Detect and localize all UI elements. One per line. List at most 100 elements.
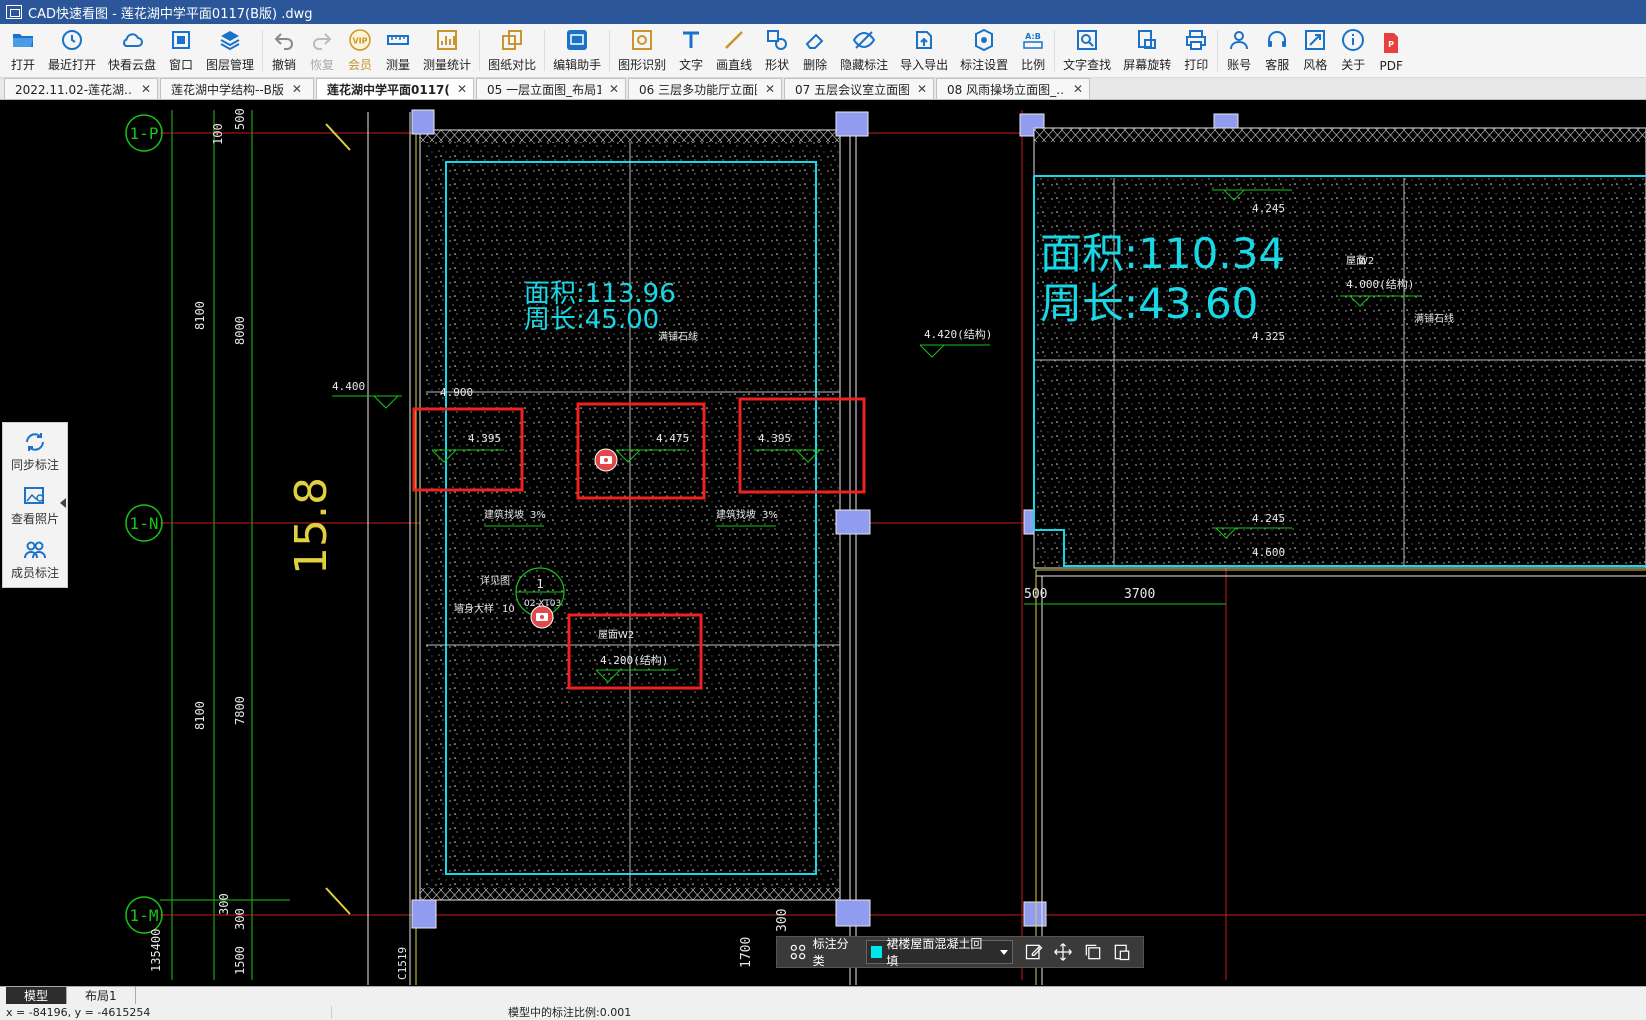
tab-doc-5[interactable]: 06 三层多功能厅立面图 ✕ (628, 78, 782, 99)
about-label: 关于 (1341, 58, 1366, 72)
headset-icon (1264, 27, 1290, 53)
sync-annotations-button[interactable]: 同步标注 (3, 423, 67, 477)
import-export-button[interactable]: 导入导出 (894, 24, 954, 77)
pdf-button[interactable]: P PDF (1372, 24, 1410, 77)
hide-annotations-button[interactable]: 隐藏标注 (834, 24, 894, 77)
annotation-settings-label: 标注设置 (960, 58, 1009, 72)
compare-button[interactable]: 图纸对比 (482, 24, 542, 77)
scale-button[interactable]: A:B 比例 (1014, 24, 1052, 77)
shape-recognition-label: 图形识别 (618, 58, 667, 72)
grid-category-icon[interactable] (787, 941, 809, 963)
account-button[interactable]: 账号 (1220, 24, 1258, 77)
edit-assistant-button[interactable]: 编辑助手 (547, 24, 607, 77)
scale-icon: A:B (1020, 27, 1046, 53)
shapes-button[interactable]: 形状 (758, 24, 796, 77)
level-text: 4.325 (1252, 330, 1285, 343)
tab-model[interactable]: 模型 (6, 987, 68, 1004)
dim-text: 500 (233, 108, 247, 130)
left-room (367, 112, 857, 985)
close-icon[interactable]: ✕ (1073, 82, 1083, 96)
collapse-panel-icon[interactable] (60, 498, 66, 508)
edit-note-icon[interactable] (1023, 941, 1045, 963)
tab-doc-4[interactable]: 05 一层立面图_布局1 ✕ (476, 78, 626, 99)
line-button[interactable]: 画直线 (710, 24, 758, 77)
close-icon[interactable]: ✕ (457, 82, 467, 96)
measure-stats-button[interactable]: 测量统计 (417, 24, 477, 77)
line-icon (721, 27, 747, 53)
tab-layout1[interactable]: 布局1 (67, 987, 136, 1004)
cloud-button[interactable]: 快看云盘 (102, 24, 162, 77)
close-icon[interactable]: ✕ (917, 82, 927, 96)
cad-drawing[interactable]: 1-P 1-N 1-M 8100 8100 135400 500 100 800… (0, 100, 1646, 986)
vip-button[interactable]: VIP 会员 (341, 24, 379, 77)
tab-doc-1[interactable]: 2022.11.02-莲花湖… ✕ (4, 78, 158, 99)
toolbar-divider (609, 30, 611, 71)
copy-icon[interactable] (1082, 941, 1104, 963)
drawing-canvas[interactable]: 1-P 1-N 1-M 8100 8100 135400 500 100 800… (0, 100, 1646, 986)
scale-label: 比例 (1021, 58, 1046, 72)
category-label: 标注分类 (812, 937, 849, 968)
open-label: 打开 (10, 58, 35, 72)
measure-stats-label: 测量统计 (423, 58, 472, 72)
rotate-screen-button[interactable]: 屏幕旋转 (1117, 24, 1177, 77)
open-button[interactable]: 打开 (4, 24, 42, 77)
label-text: W2 (618, 630, 634, 641)
tab-label: 05 一层立面图_布局1 (487, 82, 601, 97)
measure-button[interactable]: 测量 (379, 24, 417, 77)
annotation-scale: 模型中的标注比例:0.001 (508, 1006, 632, 1019)
shape-recognition-button[interactable]: 图形识别 (612, 24, 672, 77)
dim-text: 8000 (233, 316, 247, 345)
tab-doc-6[interactable]: 07 五层会议室立面图 ✕ (784, 78, 934, 99)
label-text: 屋面 (1346, 255, 1366, 267)
left-dimensions: 8100 8100 135400 500 100 8000 7800 300 1… (149, 108, 247, 975)
recent-button[interactable]: 最近打开 (42, 24, 102, 77)
label-text: 满铺石线 (1414, 312, 1454, 325)
category-dropdown[interactable]: 裙楼屋面混凝土回填 (865, 937, 1013, 968)
move-icon[interactable] (1052, 941, 1074, 963)
camera-icon[interactable] (530, 605, 554, 629)
document-tab-bar: 2022.11.02-莲花湖… ✕ 莲花湖中学结构--B版 ✕ 莲花湖中学平面011… (0, 78, 1646, 100)
vip-label: 会员 (348, 58, 373, 72)
close-icon[interactable]: ✕ (609, 82, 619, 96)
support-button[interactable]: 客服 (1258, 24, 1296, 77)
delete-button[interactable]: 删除 (796, 24, 834, 77)
undo-icon (271, 27, 297, 53)
printer-icon (1183, 27, 1209, 53)
tab-doc-7[interactable]: 08 风雨操场立面图_… ✕ (936, 78, 1090, 99)
undo-label: 撤销 (272, 58, 297, 72)
redo-button[interactable]: 恢复 (303, 24, 341, 77)
paste-icon[interactable] (1111, 941, 1133, 963)
annotation-settings-button[interactable]: 标注设置 (954, 24, 1014, 77)
level-text: 4.600 (1252, 546, 1285, 559)
label-text: 满铺石线 (658, 330, 698, 343)
camera-icon[interactable] (594, 448, 618, 472)
user-icon (1226, 27, 1252, 53)
text-search-button[interactable]: 文字查找 (1057, 24, 1117, 77)
close-icon[interactable]: ✕ (765, 82, 775, 96)
dim-text: 8100 (193, 701, 207, 730)
left-area-label: 面积:113.96 周长:45.00 (524, 279, 676, 335)
rotate-screen-label: 屏幕旋转 (1123, 58, 1172, 72)
dim-text: 8100 (193, 301, 207, 330)
style-button[interactable]: 风格 (1296, 24, 1334, 77)
level-text: 4.245 (1252, 512, 1285, 525)
sync-icon (20, 428, 50, 456)
print-button[interactable]: 打印 (1177, 24, 1215, 77)
layers-button[interactable]: 图层管理 (200, 24, 260, 77)
window-button[interactable]: 窗口 (162, 24, 200, 77)
window-label: 窗口 (169, 58, 194, 72)
tab-doc-2[interactable]: 莲花湖中学结构--B版 ✕ (160, 78, 314, 99)
close-icon[interactable]: ✕ (141, 82, 151, 96)
sync-label: 同步标注 (10, 457, 59, 472)
axis-bubble-1P: 1-P (125, 114, 163, 152)
tab-label: 莲花湖中学平面0117(- (327, 82, 449, 97)
tab-doc-3-active[interactable]: 莲花湖中学平面0117(- ✕ (316, 78, 474, 99)
svg-text:P: P (1388, 40, 1394, 49)
info-icon (1340, 27, 1366, 53)
member-annotations-button[interactable]: 成员标注 (3, 531, 67, 585)
undo-button[interactable]: 撤销 (265, 24, 303, 77)
close-icon[interactable]: ✕ (292, 82, 302, 96)
about-button[interactable]: 关于 (1334, 24, 1372, 77)
text-button[interactable]: 文字 (672, 24, 710, 77)
view-photos-button[interactable]: 查看照片 (3, 477, 67, 531)
